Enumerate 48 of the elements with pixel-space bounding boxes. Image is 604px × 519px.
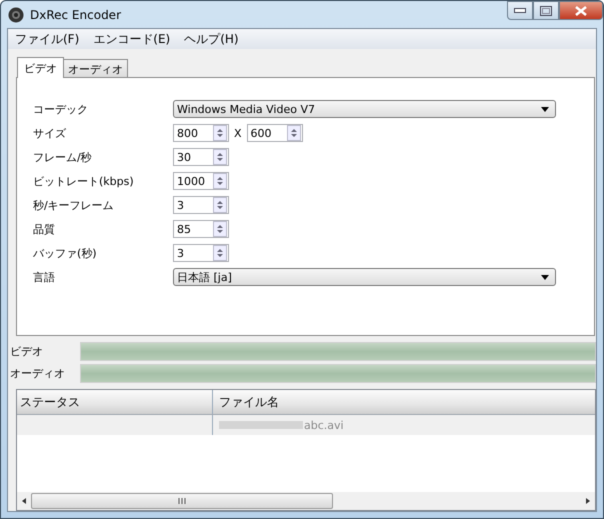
table-cell: abc.avi	[213, 415, 595, 435]
setting-label: 品質	[33, 222, 56, 236]
scrollbar-thumb[interactable]	[31, 493, 333, 509]
setting-label: コーデック	[33, 102, 89, 116]
spin-arrows-icon	[213, 197, 227, 213]
menu-item[interactable]: エンコード(E)	[93, 30, 170, 48]
minimize-icon	[514, 8, 526, 14]
tab[interactable]: オーディオ	[63, 59, 128, 77]
close-icon	[575, 6, 587, 16]
setting-label: 秒/キーフレーム	[33, 198, 115, 212]
spin-field[interactable]: 3	[173, 244, 229, 262]
spin-field[interactable]: 600	[246, 124, 303, 142]
column-header[interactable]: ファイル名	[213, 390, 595, 414]
setting-label: フレーム/秒	[33, 150, 93, 164]
tab[interactable]: ビデオ	[17, 57, 64, 78]
spin-field[interactable]: 3	[173, 196, 229, 214]
spin-arrows-icon	[286, 125, 301, 141]
grip-icon	[178, 498, 186, 504]
setting-label: バッファ(秒)	[33, 246, 98, 260]
caret-icon	[541, 274, 549, 280]
progress-label: オーディオ	[9, 366, 66, 380]
window-title: DxRec Encoder	[30, 8, 121, 22]
spin-field[interactable]: 30	[173, 148, 229, 166]
spin-field[interactable]: 800	[173, 124, 229, 142]
setting-label: 言語	[33, 270, 56, 284]
close-button[interactable]	[559, 1, 603, 20]
spin-arrows-icon	[213, 221, 227, 237]
menu-item[interactable]: ファイル(F)	[15, 30, 80, 48]
column-header[interactable]: ステータス	[17, 390, 213, 414]
menu-item[interactable]: ヘルプ(H)	[184, 30, 239, 48]
setting-label: ビットレート(kbps)	[33, 174, 135, 188]
progress-label: ビデオ	[9, 344, 44, 358]
setting-label: サイズ	[33, 126, 67, 140]
camera-lens-icon	[8, 6, 24, 22]
spin-arrows-icon	[213, 149, 227, 165]
caret-icon	[541, 106, 549, 112]
spin-field[interactable]: 85	[173, 220, 229, 238]
horizontal-scrollbar[interactable]	[17, 492, 595, 510]
spin-field[interactable]: 1000	[173, 172, 229, 190]
maximize-icon	[540, 6, 552, 16]
size-separator: X	[234, 126, 242, 140]
dropdown[interactable]: 日本語 [ja]	[173, 268, 556, 286]
maximize-button[interactable]	[533, 1, 559, 20]
minimize-button[interactable]	[507, 1, 533, 20]
spin-arrows-icon	[213, 245, 227, 261]
spin-arrows-icon	[213, 173, 227, 189]
spin-arrows-icon	[213, 125, 227, 141]
dropdown[interactable]: Windows Media Video V7	[173, 100, 556, 118]
